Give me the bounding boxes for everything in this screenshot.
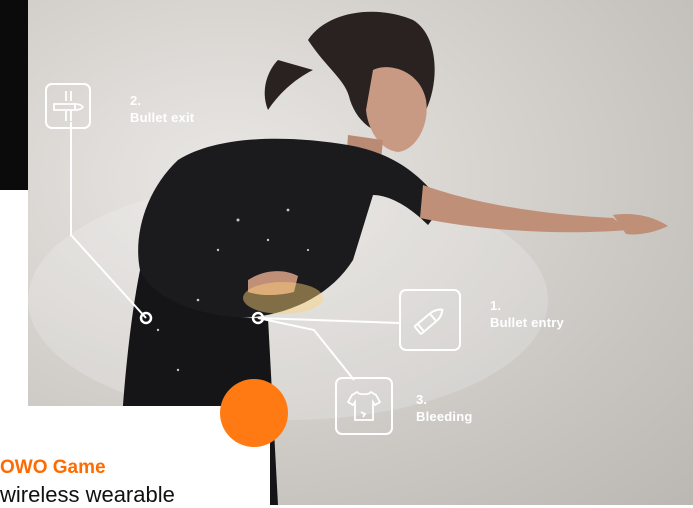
shirt-icon [346, 390, 382, 421]
card-title: OWO Game [0, 457, 106, 478]
callout-number: 3. [416, 392, 428, 407]
bullet-icon [413, 308, 444, 335]
accent-dot [220, 379, 288, 447]
bullet-exit-icon [53, 91, 85, 121]
callout-label: Bullet exit [130, 110, 195, 125]
callout-label: Bleeding [416, 409, 473, 424]
callout-bleeding: 3. Bleeding [416, 391, 473, 425]
callout-number: 1. [490, 298, 502, 313]
callout-bullet-entry: 1. Bullet entry [490, 297, 564, 331]
callout-label: Bullet entry [490, 315, 564, 330]
callout-number: 2. [130, 93, 142, 108]
card-text: wireless wearable [0, 482, 175, 507]
callout-bullet-exit: 2. Bullet exit [130, 92, 194, 126]
